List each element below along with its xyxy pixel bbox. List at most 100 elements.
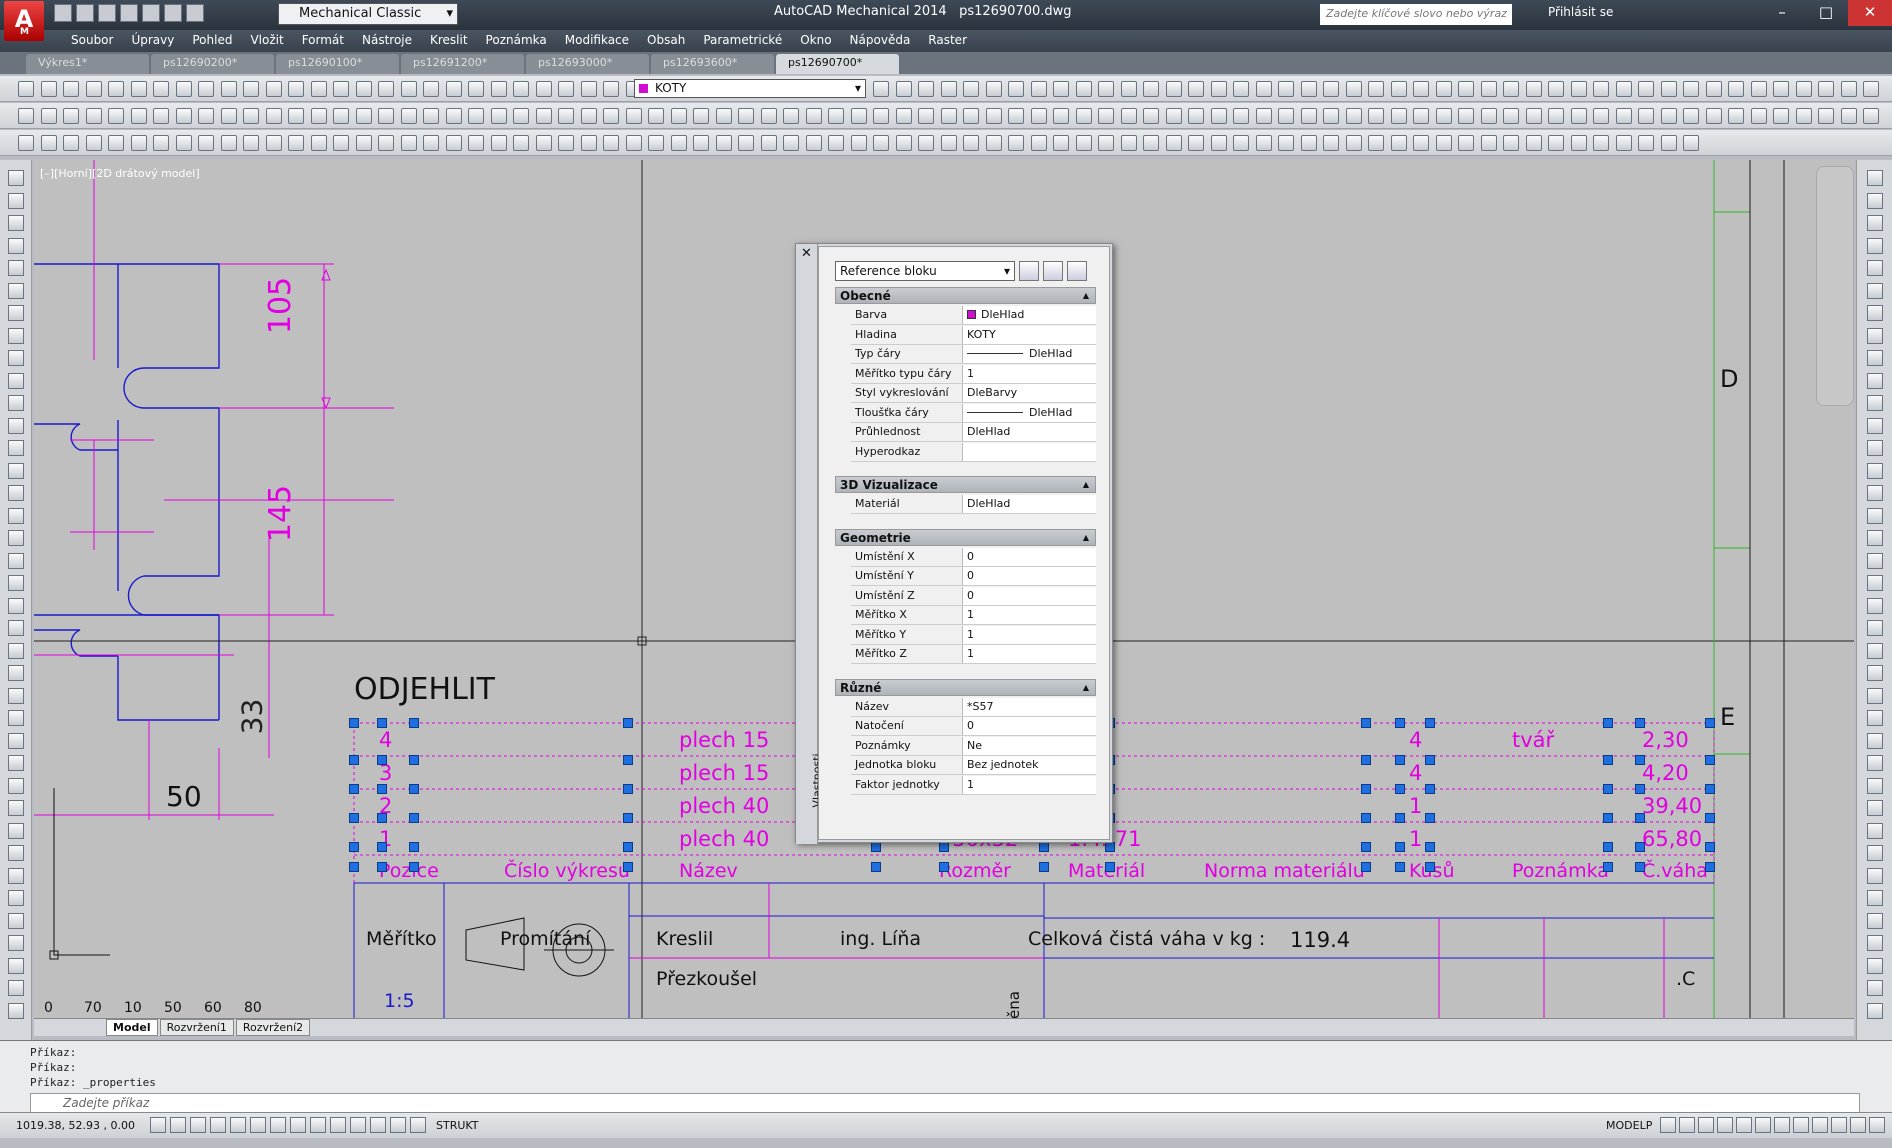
grip[interactable] xyxy=(1395,784,1405,794)
tr3-tool-icon-38[interactable] xyxy=(873,135,889,151)
tr2-tool-icon-16[interactable] xyxy=(378,108,394,124)
tr3-tool-icon-55[interactable] xyxy=(1255,135,1272,151)
righttb-icon-2[interactable] xyxy=(1867,215,1883,231)
workspace-select[interactable]: Mechanical Classic xyxy=(278,3,458,25)
righttb-icon-28[interactable] xyxy=(1867,800,1883,816)
tr2-tool-icon-72[interactable] xyxy=(1638,108,1654,124)
lefttb-icon-17[interactable] xyxy=(8,552,24,569)
tr1-tool-icon-79[interactable] xyxy=(1795,81,1812,97)
tr2-tool-icon-4[interactable] xyxy=(108,108,124,124)
tr2-tool-icon-67[interactable] xyxy=(1525,108,1542,124)
tr3-tool-icon-22[interactable] xyxy=(513,135,529,151)
tr2-tool-icon-71[interactable] xyxy=(1615,108,1632,124)
tr3-tool-icon-26[interactable] xyxy=(603,135,619,151)
tr1-tool-icon-80[interactable] xyxy=(1818,81,1834,97)
doc-tab-2[interactable]: ps12690100* xyxy=(276,54,399,74)
righttb-icon-13[interactable] xyxy=(1867,462,1883,479)
tr2-tool-icon-45[interactable] xyxy=(1030,108,1047,124)
lefttb-icon-10[interactable] xyxy=(8,395,24,411)
tr2-tool-icon-52[interactable] xyxy=(1188,108,1204,124)
grip[interactable] xyxy=(1395,842,1405,852)
tr3-tool-icon-68[interactable] xyxy=(1548,135,1564,151)
grip[interactable] xyxy=(1425,784,1435,794)
tr3-tool-icon-51[interactable] xyxy=(1165,135,1182,151)
lefttb-icon-30[interactable] xyxy=(8,845,24,861)
tr2-tool-icon-2[interactable] xyxy=(63,108,79,124)
tr3-tool-icon-36[interactable] xyxy=(828,135,844,151)
status-toggle-icon-3[interactable] xyxy=(210,1117,226,1133)
status-toggle-icon-11[interactable] xyxy=(370,1117,386,1133)
righttb-icon-29[interactable] xyxy=(1867,822,1883,839)
tr3-tool-icon-53[interactable] xyxy=(1210,135,1227,151)
tr2-tool-icon-58[interactable] xyxy=(1323,108,1339,124)
property-row[interactable]: Natočení 0 xyxy=(851,717,1096,736)
grip[interactable] xyxy=(409,718,419,728)
grip[interactable] xyxy=(1425,813,1435,823)
tr3-tool-icon-69[interactable] xyxy=(1570,135,1587,151)
grip[interactable] xyxy=(409,842,419,852)
property-row[interactable]: Jednotka bloku Bez jednotek xyxy=(851,756,1096,775)
grip[interactable] xyxy=(1039,842,1049,852)
property-value[interactable]: DleHlad xyxy=(963,423,1096,441)
righttb-icon-27[interactable] xyxy=(1867,777,1883,794)
grip[interactable] xyxy=(1603,862,1613,872)
grip[interactable] xyxy=(349,813,359,823)
tr2-tool-icon-34[interactable] xyxy=(783,108,799,124)
menu-item-7[interactable]: Poznámka xyxy=(477,30,556,52)
menu-item-4[interactable]: Formát xyxy=(293,30,353,52)
tr2-tool-icon-38[interactable] xyxy=(873,108,889,124)
tr3-tool-icon-52[interactable] xyxy=(1188,135,1204,151)
lefttb-icon-28[interactable] xyxy=(8,800,24,816)
tr3-tool-icon-58[interactable] xyxy=(1323,135,1339,151)
property-value[interactable]: DleHlad xyxy=(963,495,1096,513)
tr2-tool-icon-46[interactable] xyxy=(1053,108,1069,124)
login-link[interactable]: Přihlásit se xyxy=(1548,5,1613,19)
tr3-tool-icon-59[interactable] xyxy=(1345,135,1362,151)
tr3-tool-icon-10[interactable] xyxy=(243,135,259,151)
property-value[interactable]: 1 xyxy=(963,645,1096,663)
doc-tab-3[interactable]: ps12691200* xyxy=(401,54,524,74)
save-icon[interactable] xyxy=(98,4,116,22)
doc-tab-4[interactable]: ps12693000* xyxy=(526,54,649,74)
tr1-tool-icon-54[interactable] xyxy=(1233,81,1249,97)
property-row[interactable]: Umístění Y 0 xyxy=(851,567,1096,586)
tr2-tool-icon-33[interactable] xyxy=(760,108,777,124)
tr3-tool-icon-54[interactable] xyxy=(1233,135,1249,151)
property-value[interactable]: Ne xyxy=(963,736,1096,755)
righttb-icon-15[interactable] xyxy=(1867,507,1883,524)
grip[interactable] xyxy=(1705,718,1715,728)
tr3-tool-icon-12[interactable] xyxy=(288,135,304,151)
layout-tab-1[interactable]: Rozvržení1 xyxy=(159,1019,234,1036)
tr1-tool-icon-74[interactable] xyxy=(1683,81,1699,97)
tr3-tool-icon-49[interactable] xyxy=(1120,135,1137,151)
tr2-tool-icon-15[interactable] xyxy=(355,108,372,124)
tr3-tool-icon-7[interactable] xyxy=(175,135,192,151)
property-value[interactable]: DleBarvy xyxy=(963,384,1096,402)
menu-item-11[interactable]: Okno xyxy=(791,30,840,52)
tr1-tool-icon-25[interactable] xyxy=(580,81,597,97)
status-right-icon-0[interactable] xyxy=(1660,1117,1676,1133)
grip[interactable] xyxy=(377,784,387,794)
layer-select[interactable]: KOTY xyxy=(634,79,866,98)
righttb-icon-18[interactable] xyxy=(1867,575,1883,591)
tr2-tool-icon-0[interactable] xyxy=(18,108,34,124)
tr1-tool-icon-5[interactable] xyxy=(130,81,147,97)
tr1-tool-icon-65[interactable] xyxy=(1480,81,1497,97)
tr2-tool-icon-80[interactable] xyxy=(1818,108,1834,124)
section-2[interactable]: Geometrie xyxy=(835,528,1096,546)
property-row[interactable]: Měřítko Z 1 xyxy=(851,645,1096,664)
tr2-tool-icon-82[interactable] xyxy=(1863,108,1879,124)
tr1-tool-icon-76[interactable] xyxy=(1728,81,1744,97)
tr2-tool-icon-48[interactable] xyxy=(1098,108,1114,124)
grip[interactable] xyxy=(1425,842,1435,852)
tr1-tool-icon-16[interactable] xyxy=(378,81,394,97)
grip[interactable] xyxy=(939,842,949,852)
tr1-tool-icon-15[interactable] xyxy=(355,81,372,97)
grip[interactable] xyxy=(1361,784,1371,794)
tr1-tool-icon-82[interactable] xyxy=(1863,81,1879,97)
tr2-tool-icon-47[interactable] xyxy=(1075,108,1092,124)
tr1-tool-icon-52[interactable] xyxy=(1188,81,1204,97)
redo-icon[interactable] xyxy=(186,4,204,22)
menu-item-8[interactable]: Modifikace xyxy=(556,30,638,52)
status-toggle-icon-4[interactable] xyxy=(230,1117,246,1133)
